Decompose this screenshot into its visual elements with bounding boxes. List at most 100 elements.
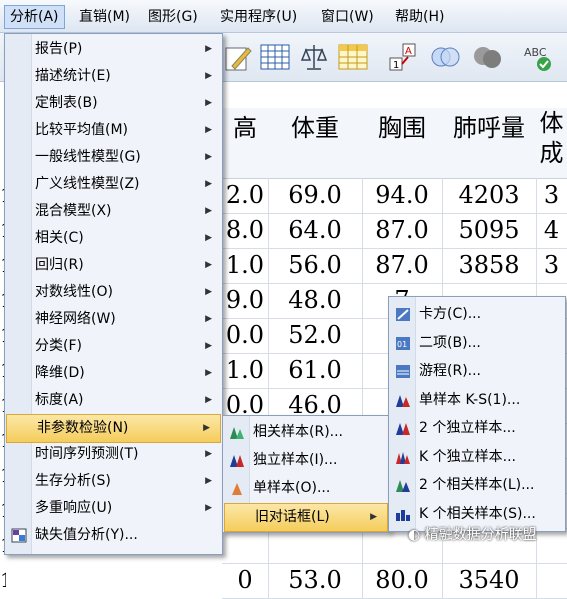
menu-item-analyze-15[interactable]: 时间序列预测(T) ▶	[5, 441, 222, 468]
menu-item-legacy-3[interactable]: 单样本 K-S(1)...	[389, 387, 565, 414]
menu-item-legacy-4[interactable]: 2 个独立样本...	[389, 415, 565, 442]
menu-item-legacy-5[interactable]: K 个独立样本...	[389, 444, 565, 471]
menu-one-sample[interactable]: 单样本(O)...	[223, 475, 389, 502]
menu-item-analyze-12[interactable]: 降维(D) ▶	[5, 360, 222, 387]
data-grid-icon[interactable]	[258, 40, 292, 74]
table-cell[interactable]: 1.0	[222, 248, 269, 284]
submenu-arrow-icon: ▶	[205, 179, 212, 189]
col-header-chest[interactable]: 胸围	[362, 108, 443, 179]
svg-text:01: 01	[397, 340, 407, 349]
menu-item-analyze-13[interactable]: 标度(A) ▶	[5, 387, 222, 414]
submenu-arrow-icon: ▶	[205, 71, 212, 81]
col-header-lung[interactable]: 肺呼量	[442, 108, 537, 179]
k-independent-icon	[396, 451, 410, 464]
menu-legacy-dialogs[interactable]: 旧对话框(L) ▶	[224, 503, 388, 532]
table-cell[interactable]: 0.0	[222, 318, 269, 354]
table-cell[interactable]: 52.0	[268, 318, 363, 354]
menu-independent-samples[interactable]: 独立样本(I)...	[223, 447, 389, 474]
submenu-arrow-icon: ▶	[205, 206, 212, 216]
one-sample-icon	[232, 483, 242, 495]
table-cell[interactable]: 5095	[442, 213, 537, 249]
menu-item-analyze-8[interactable]: 回归(R) ▶	[5, 252, 222, 279]
table-cell[interactable]: 3858	[442, 248, 537, 284]
table-cell[interactable]: 80.0	[362, 563, 443, 599]
table-cell[interactable]: 8.0	[222, 213, 269, 249]
menu-item-analyze-3[interactable]: 比较平均值(M) ▶	[5, 117, 222, 144]
submenu-arrow-icon: ▶	[203, 423, 210, 433]
analyze-menu: 报告(P) ▶ 描述统计(E) ▶ 定制表(B) ▶ 比较平均值(M) ▶ 一般线性模型(G) ▶…	[4, 33, 223, 555]
menu-item-legacy-1[interactable]: 01 二项(B)...	[389, 330, 565, 357]
table-cell[interactable]	[222, 528, 269, 564]
submenu-arrow-icon: ▶	[205, 44, 212, 54]
menu-utilities[interactable]: 实用程序(U)	[215, 6, 302, 28]
submenu-arrow-icon: ▶	[205, 314, 212, 324]
table-icon[interactable]	[336, 40, 370, 74]
menu-item-legacy-6[interactable]: 2 个相关样本(L)...	[389, 472, 565, 499]
menu-analyze[interactable]: 分析(A)	[4, 5, 65, 29]
table-cell[interactable]: 2.0	[222, 178, 269, 214]
menu-item-analyze-0[interactable]: 报告(P) ▶	[5, 36, 222, 63]
submenu-arrow-icon: ▶	[205, 368, 212, 378]
table-cell[interactable]: 94.0	[362, 178, 443, 214]
table-cell[interactable]	[268, 528, 363, 564]
col-header-body[interactable]: 体成	[536, 108, 567, 179]
col-header-weight[interactable]: 体重	[268, 108, 363, 179]
menu-item-analyze-17[interactable]: 多重响应(U) ▶	[5, 495, 222, 522]
menu-related-samples[interactable]: 相关样本(R)...	[223, 419, 389, 446]
col-header-height[interactable]: 高	[222, 108, 269, 179]
menu-item-analyze-18[interactable]: 缺失值分析(Y)...	[5, 522, 222, 549]
menu-direct-marketing[interactable]: 直销(M)	[74, 6, 135, 28]
two-independent-icon	[396, 423, 410, 435]
menu-item-analyze-14[interactable]: 非参数检验(N) ▶	[6, 414, 221, 443]
table-cell[interactable]	[536, 563, 567, 599]
spell-check-icon[interactable]: ABC	[522, 40, 556, 74]
table-cell[interactable]: 69.0	[268, 178, 363, 214]
menu-item-analyze-7[interactable]: 相关(C) ▶	[5, 225, 222, 252]
menu-item-legacy-0[interactable]: 卡方(C)...	[389, 301, 565, 328]
menu-item-analyze-5[interactable]: 广义线性模型(Z) ▶	[5, 171, 222, 198]
edit-icon[interactable]	[222, 40, 256, 74]
sets-grey-icon[interactable]	[470, 40, 504, 74]
table-cell[interactable]: 48.0	[268, 283, 363, 319]
menu-item-analyze-2[interactable]: 定制表(B) ▶	[5, 90, 222, 117]
menu-item-analyze-6[interactable]: 混合模型(X) ▶	[5, 198, 222, 225]
table-cell[interactable]: 3	[536, 248, 567, 284]
table-cell[interactable]: 0	[222, 563, 269, 599]
missing-values-icon	[11, 528, 27, 543]
table-cell[interactable]: 3540	[442, 563, 537, 599]
svg-text:1: 1	[393, 60, 399, 71]
menu-window[interactable]: 窗口(W)	[316, 6, 379, 28]
table-cell[interactable]: 56.0	[268, 248, 363, 284]
runs-icon	[396, 365, 410, 378]
sets-icon[interactable]	[428, 40, 462, 74]
table-cell[interactable]: 87.0	[362, 213, 443, 249]
watermark-logo-icon: ◐	[408, 527, 425, 543]
table-cell[interactable]: 9.0	[222, 283, 269, 319]
menu-item-legacy-2[interactable]: 游程(R)...	[389, 358, 565, 385]
table-cell[interactable]: 1.0	[222, 353, 269, 389]
menu-graphs[interactable]: 图形(G)	[143, 6, 203, 28]
menu-item-analyze-9[interactable]: 对数线性(O) ▶	[5, 279, 222, 306]
legacy-dialogs-submenu: 卡方(C)... 01 二项(B)... 游程(R)... 单样本 K-S(1)... 2…	[388, 296, 566, 532]
value-labels-icon[interactable]: 1A	[386, 40, 420, 74]
two-related-icon	[396, 480, 410, 492]
table-cell[interactable]: 87.0	[362, 248, 443, 284]
menu-item-analyze-16[interactable]: 生存分析(S) ▶	[5, 468, 222, 495]
table-cell[interactable]	[536, 528, 567, 564]
table-cell[interactable]: 4	[536, 213, 567, 249]
menu-item-analyze-10[interactable]: 神经网络(W) ▶	[5, 306, 222, 333]
svg-text:A: A	[405, 46, 412, 57]
table-cell[interactable]: 64.0	[268, 213, 363, 249]
submenu-arrow-icon: ▶	[205, 449, 212, 459]
menu-help[interactable]: 帮助(H)	[390, 6, 449, 28]
weight-scale-icon[interactable]	[297, 40, 331, 74]
table-cell[interactable]: 61.0	[268, 353, 363, 389]
table-cell[interactable]: 53.0	[268, 563, 363, 599]
table-cell[interactable]: 3	[536, 178, 567, 214]
table-cell[interactable]: 4203	[442, 178, 537, 214]
row-number[interactable]: 1	[0, 563, 6, 598]
menu-item-analyze-1[interactable]: 描述统计(E) ▶	[5, 63, 222, 90]
submenu-arrow-icon: ▶	[205, 233, 212, 243]
menu-item-analyze-4[interactable]: 一般线性模型(G) ▶	[5, 144, 222, 171]
menu-item-analyze-11[interactable]: 分类(F) ▶	[5, 333, 222, 360]
